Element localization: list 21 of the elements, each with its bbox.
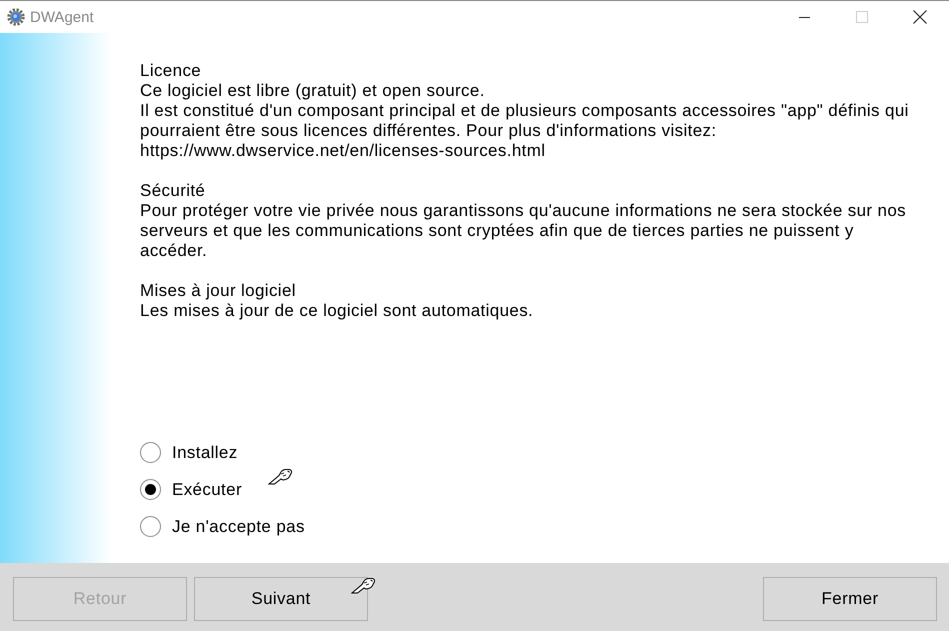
body-text: Les mises à jour de ce logiciel sont automatiques. [140,301,534,321]
section-heading: Licence [140,61,202,81]
section-heading: Mises à jour logiciel [140,281,297,301]
radio-button[interactable] [140,516,161,537]
close-dialog-button[interactable]: Fermer [763,577,937,621]
radio-label[interactable]: Installez [172,442,238,462]
radio-button[interactable] [140,479,161,500]
minimize-icon [798,16,810,18]
nav-button[interactable]: Suivant [194,577,368,621]
body-text: Pour protéger votre vie privée nous garantissons qu'aucune informations ne sera stockée sur nos serveurs et que les communications sont cryptées afin que de tierces parties ne puissent y accéder. [140,201,908,261]
window-title: DWAgent [30,8,94,26]
body-text: Ce logiciel est libre (gratuit) et open source. [140,81,486,101]
close-icon [913,10,927,24]
hand-pointer-icon [351,577,376,594]
radio-label[interactable]: Je n'accepte pas [172,516,305,536]
section-heading: Sécurité [140,181,206,201]
hand-pointer-icon [268,468,293,485]
radio-label[interactable]: Exécuter [172,480,242,500]
radio-button[interactable] [140,442,161,463]
gear-icon [7,8,25,26]
body-text: Il est constitué d'un composant principal et de plusieurs composants accessoires "app" définis qui pourraient être sous licences différentes. Pour plus d'informations visitez: https://www.dwservice.net/en/licenses-sources.html [140,101,910,161]
